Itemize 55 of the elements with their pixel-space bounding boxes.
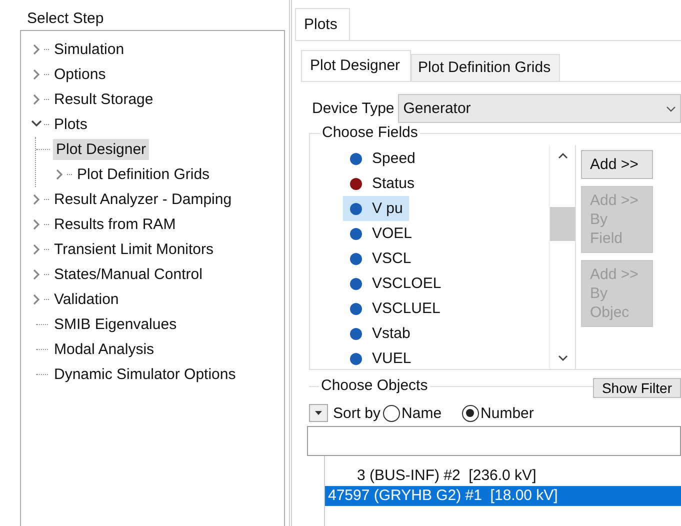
scroll-thumb[interactable] (550, 207, 575, 241)
group-title: Select Step (27, 10, 105, 28)
caret-icon (315, 411, 322, 415)
list-item[interactable]: VUEL (343, 346, 418, 371)
field-label: Device Type (312, 100, 394, 117)
tree-item[interactable]: Results from RAM (51, 214, 179, 235)
tab[interactable]: Plot Designer (301, 50, 412, 81)
tree-item[interactable]: Plots (51, 114, 90, 135)
sort-label: Sort by (333, 404, 381, 422)
list-item[interactable]: Vstab (343, 321, 416, 346)
expand-chevron-icon[interactable] (31, 194, 42, 205)
tab[interactable]: Plots (295, 8, 350, 40)
list-item[interactable]: VSCL (343, 246, 418, 271)
radio-label: Name (402, 404, 442, 422)
tree-item[interactable]: Dynamic Simulator Options (51, 364, 239, 385)
tree-item[interactable]: Modal Analysis (51, 339, 158, 360)
list-item[interactable]: VSCLUEL (343, 296, 446, 321)
expand-chevron-icon[interactable] (31, 69, 42, 80)
expand-chevron-icon[interactable] (31, 244, 42, 255)
tree-item[interactable]: Validation (51, 289, 122, 310)
expand-chevron-icon[interactable] (31, 44, 42, 55)
tree-item[interactable]: States/Manual Control (51, 264, 206, 285)
group-title: Choose Objects (319, 377, 430, 395)
expand-chevron-icon[interactable] (31, 219, 42, 230)
tree-item[interactable]: Result Storage (51, 89, 156, 110)
scroll-up-icon (558, 153, 568, 159)
radio-button[interactable] (462, 404, 479, 422)
list-item[interactable]: 47597 (GRYHB G2) #1 [18.00 kV] (325, 486, 681, 506)
show-filter-button[interactable]: Show Filter (592, 378, 681, 398)
device-type-dropdown[interactable]: Generator (398, 94, 681, 123)
add-button[interactable]: Add >> (581, 150, 653, 179)
tab[interactable]: Plot Definition Grids (411, 54, 560, 81)
tree-item[interactable]: Simulation (51, 39, 128, 60)
scrollbar[interactable] (549, 145, 575, 369)
tree-item[interactable]: SMIB Eigenvalues (51, 314, 180, 335)
radio-label: Number (480, 404, 534, 422)
expand-chevron-icon[interactable] (31, 294, 42, 305)
expand-chevron-icon[interactable] (31, 94, 42, 105)
list-item[interactable]: Status (343, 171, 421, 196)
list-item[interactable]: 3 (BUS-INF) #2 [236.0 kV] (325, 466, 681, 486)
tree-item[interactable]: Plot Definition Grids (74, 164, 213, 185)
tree-item[interactable]: Plot Designer (53, 139, 150, 160)
scroll-down-icon (558, 355, 568, 361)
dropdown-button[interactable] (309, 404, 328, 422)
list-item[interactable]: VSCLOEL (343, 271, 448, 296)
search-field[interactable] (307, 426, 681, 456)
expand-chevron-icon[interactable] (54, 169, 65, 180)
list-item[interactable]: V pu (343, 196, 409, 221)
list-item[interactable]: Speed (343, 146, 422, 171)
tree-item[interactable]: Result Analyzer - Damping (51, 189, 235, 210)
tree-item[interactable]: Transient Limit Monitors (51, 239, 216, 260)
list-item[interactable]: VOEL (343, 221, 418, 246)
expand-chevron-icon[interactable] (31, 269, 42, 280)
tree-item[interactable]: Options (51, 64, 109, 85)
radio-button[interactable] (382, 404, 400, 422)
